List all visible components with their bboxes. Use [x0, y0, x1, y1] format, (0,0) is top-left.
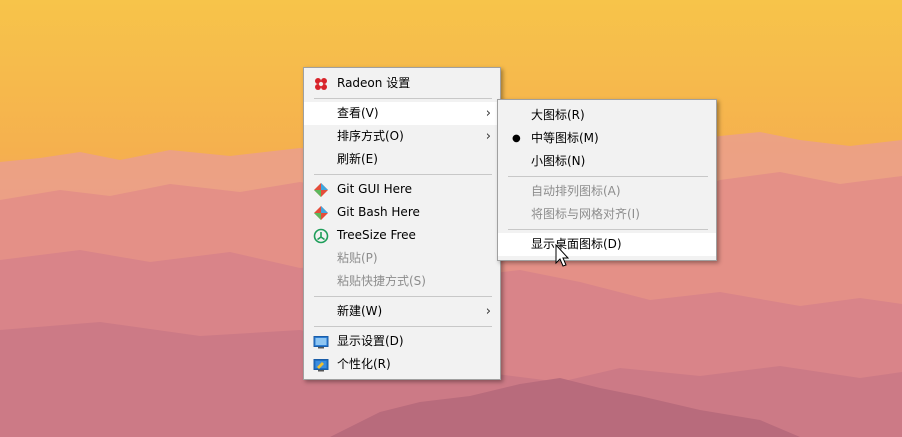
menu-item-label: 中等图标(M) — [531, 131, 599, 145]
menu-item-label: Radeon 设置 — [337, 76, 411, 90]
menu-separator — [508, 176, 708, 177]
menu-item-label: 新建(W) — [337, 304, 383, 318]
menu-item-view[interactable]: 查看(V) › — [304, 102, 500, 125]
menu-item-radeon-settings[interactable]: Radeon 设置 — [304, 72, 500, 95]
menu-item-git-bash[interactable]: Git Bash Here — [304, 201, 500, 224]
menu-item-label: 个性化(R) — [337, 357, 391, 371]
treesize-icon — [313, 228, 329, 244]
submenu-item-align-to-grid[interactable]: 将图标与网格对齐(I) — [498, 203, 716, 226]
menu-item-label: 排序方式(O) — [337, 129, 404, 143]
chevron-right-icon: › — [485, 129, 491, 144]
menu-item-label: 查看(V) — [337, 106, 379, 120]
radeon-icon — [313, 76, 329, 92]
submenu-item-auto-arrange[interactable]: 自动排列图标(A) — [498, 180, 716, 203]
menu-item-display-settings[interactable]: 显示设置(D) — [304, 330, 500, 353]
menu-item-label: TreeSize Free — [337, 228, 416, 242]
menu-item-label: 将图标与网格对齐(I) — [531, 207, 640, 221]
submenu-item-small-icons[interactable]: 小图标(N) — [498, 150, 716, 173]
menu-item-personalize[interactable]: 个性化(R) — [304, 353, 500, 376]
menu-separator — [508, 229, 708, 230]
menu-item-label: 粘贴(P) — [337, 251, 378, 265]
menu-item-label: 小图标(N) — [531, 154, 586, 168]
menu-separator — [314, 174, 492, 175]
menu-item-paste-shortcut[interactable]: 粘贴快捷方式(S) — [304, 270, 500, 293]
menu-item-label: Git GUI Here — [337, 182, 413, 196]
menu-separator — [314, 98, 492, 99]
personalize-icon — [313, 357, 329, 373]
view-submenu: 大图标(R) ● 中等图标(M) 小图标(N) 自动排列图标(A) 将图标与网格… — [497, 99, 717, 261]
menu-item-label: 刷新(E) — [337, 152, 378, 166]
menu-separator — [314, 326, 492, 327]
radio-bullet-icon: ● — [512, 133, 521, 144]
menu-item-new[interactable]: 新建(W) › — [304, 300, 500, 323]
mouse-cursor-icon — [555, 243, 571, 268]
git-icon — [313, 182, 329, 198]
display-icon — [313, 334, 329, 350]
menu-item-refresh[interactable]: 刷新(E) — [304, 148, 500, 171]
menu-item-label: 显示桌面图标(D) — [531, 237, 622, 251]
menu-separator — [314, 296, 492, 297]
desktop-context-menu: Radeon 设置 查看(V) › 排序方式(O) › 刷新(E) Git GU… — [303, 67, 501, 380]
menu-item-sort-by[interactable]: 排序方式(O) › — [304, 125, 500, 148]
submenu-item-show-desktop-icons[interactable]: 显示桌面图标(D) — [498, 233, 716, 256]
submenu-item-medium-icons[interactable]: ● 中等图标(M) — [498, 127, 716, 150]
git-icon — [313, 205, 329, 221]
menu-item-label: 显示设置(D) — [337, 334, 404, 348]
menu-item-treesize[interactable]: TreeSize Free — [304, 224, 500, 247]
menu-item-label: 大图标(R) — [531, 108, 585, 122]
menu-item-label: Git Bash Here — [337, 205, 420, 219]
menu-item-label: 粘贴快捷方式(S) — [337, 274, 426, 288]
chevron-right-icon: › — [485, 304, 491, 319]
chevron-right-icon: › — [485, 106, 491, 121]
menu-item-git-gui[interactable]: Git GUI Here — [304, 178, 500, 201]
menu-item-label: 自动排列图标(A) — [531, 184, 621, 198]
menu-item-paste[interactable]: 粘贴(P) — [304, 247, 500, 270]
submenu-item-large-icons[interactable]: 大图标(R) — [498, 104, 716, 127]
